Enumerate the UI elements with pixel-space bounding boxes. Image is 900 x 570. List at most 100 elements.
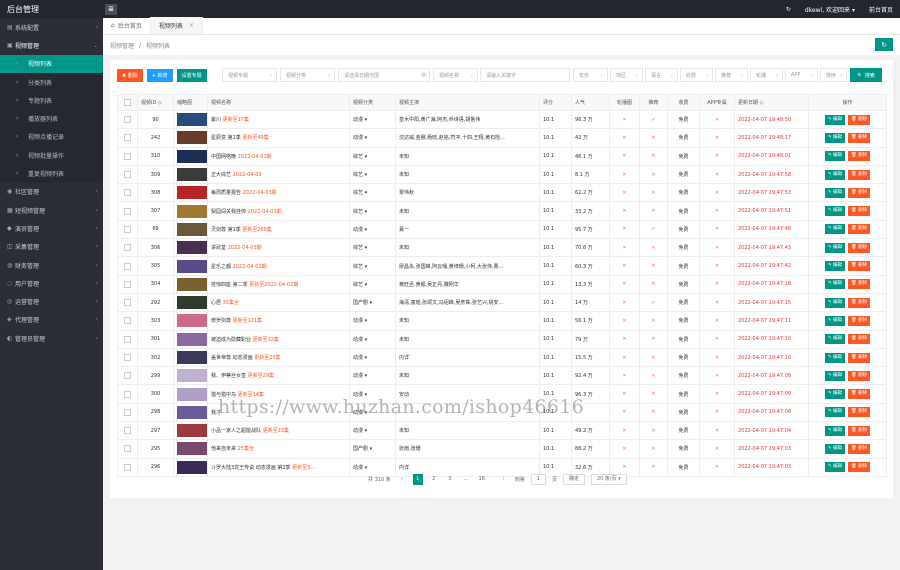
sidebar-subitem[interactable]: › 分类列表 [0, 72, 103, 92]
row-checkbox[interactable] [124, 427, 131, 435]
row-checkbox[interactable] [124, 354, 131, 361]
category-select[interactable]: 综艺 ▾ [349, 201, 396, 221]
category-select[interactable]: 动漫 ▾ [349, 329, 396, 349]
sidebar-item[interactable]: ◌ 用户管理 ‹ [0, 274, 103, 292]
filter-field[interactable]: 排序 ⌄ [820, 68, 847, 82]
carousel-toggle-icon[interactable]: ✕ [622, 428, 626, 434]
app-exclusive-icon[interactable]: ✕ [715, 318, 719, 324]
category-select[interactable]: 综艺 ▾ [349, 256, 396, 276]
category-select[interactable]: 动漫 ▾ [349, 366, 396, 386]
recommend-cross-icon[interactable]: ✕ [651, 391, 655, 397]
carousel-toggle-icon[interactable]: ✕ [622, 391, 626, 397]
goto-confirm-button[interactable]: 确定 [562, 473, 585, 485]
batch-delete-button[interactable]: ✖ 删除 [117, 68, 143, 82]
delete-button[interactable]: 🗑 删除 [848, 352, 871, 363]
category-select[interactable]: 动漫 ▾ [349, 128, 396, 148]
carousel-toggle-icon[interactable]: ✕ [622, 281, 626, 287]
edit-button[interactable]: ✎ 编辑 [824, 224, 846, 235]
delete-button[interactable]: 🗑 删除 [848, 169, 871, 180]
row-checkbox[interactable] [124, 262, 131, 270]
delete-button[interactable]: 🗑 删除 [848, 187, 871, 198]
edit-button[interactable]: ✎ 编辑 [824, 334, 846, 345]
menu-toggle-icon[interactable]: ≣ [105, 3, 117, 15]
delete-button[interactable]: 🗑 删除 [848, 151, 871, 162]
sidebar-subitem[interactable]: › 专题列表 [0, 91, 103, 110]
app-exclusive-icon[interactable]: ✕ [715, 245, 719, 251]
edit-button[interactable]: ✎ 编辑 [824, 187, 846, 198]
sidebar-subitem[interactable]: › 播放器列表 [0, 109, 103, 128]
category-select[interactable]: 动漫 ▾ [349, 347, 396, 368]
edit-button[interactable]: ✎ 编辑 [824, 114, 846, 125]
carousel-toggle-icon[interactable]: ✕ [622, 464, 626, 470]
row-checkbox[interactable] [124, 225, 131, 233]
delete-button[interactable]: 🗑 删除 [848, 315, 871, 326]
carousel-toggle-icon[interactable]: ✕ [622, 373, 626, 379]
carousel-toggle-icon[interactable]: ✕ [622, 135, 626, 141]
select-all-checkbox[interactable] [124, 99, 131, 106]
recommend-cross-icon[interactable]: ✕ [651, 446, 655, 452]
recommend-cross-icon[interactable]: ✕ [651, 153, 655, 159]
carousel-toggle-icon[interactable]: ✕ [622, 245, 626, 251]
frontend-home-link[interactable]: 前台首页 [862, 5, 900, 14]
filter-field[interactable]: 请选择日期范围 ▦ [338, 68, 430, 82]
row-checkbox[interactable] [124, 390, 131, 398]
delete-button[interactable]: 🗑 删除 [848, 132, 871, 143]
next-page-button[interactable]: › [499, 474, 509, 485]
filter-field[interactable]: 视频名称 ⌄ [433, 68, 478, 82]
filter-field[interactable]: 视频专题 ⌄ [222, 68, 277, 82]
app-exclusive-icon[interactable]: ✕ [715, 208, 719, 214]
edit-button[interactable]: ✎ 编辑 [824, 425, 846, 436]
row-checkbox[interactable] [124, 408, 131, 416]
user-menu[interactable]: dkewl, 欢迎回来 ▾ [798, 5, 862, 14]
app-exclusive-icon[interactable]: ✕ [715, 135, 719, 141]
edit-button[interactable]: ✎ 编辑 [824, 462, 846, 473]
page-refresh-button[interactable]: ↻ [875, 38, 893, 51]
delete-button[interactable]: 🗑 删除 [848, 389, 871, 400]
column-header[interactable]: 更新日期 ◇ [734, 94, 809, 111]
delete-button[interactable]: 🗑 删除 [848, 206, 871, 217]
row-checkbox[interactable] [124, 189, 131, 197]
delete-button[interactable]: 🗑 删除 [848, 370, 871, 381]
delete-button[interactable]: 🗑 删除 [848, 407, 871, 418]
edit-button[interactable]: ✎ 编辑 [824, 261, 846, 272]
recommend-cross-icon[interactable]: ✕ [651, 355, 655, 361]
filter-field[interactable]: 请输入关键字 [480, 68, 570, 82]
delete-button[interactable]: 🗑 删除 [848, 443, 871, 454]
delete-button[interactable]: 🗑 删除 [848, 224, 871, 235]
row-checkbox[interactable] [124, 134, 131, 142]
carousel-toggle-icon[interactable]: ✕ [622, 226, 626, 232]
app-exclusive-icon[interactable]: ✕ [715, 153, 719, 159]
carousel-toggle-icon[interactable]: ✕ [622, 117, 626, 123]
row-checkbox[interactable] [124, 244, 131, 252]
recommend-cross-icon[interactable]: ✕ [651, 318, 655, 324]
recommend-check-icon[interactable]: ✓ [651, 300, 655, 306]
column-header[interactable]: 视频ID ◇ [137, 94, 174, 111]
filter-field[interactable]: 视频分类 ⌄ [280, 68, 335, 82]
edit-button[interactable]: ✎ 编辑 [824, 132, 846, 143]
page-size-select[interactable]: 20 条/页 ▾ [590, 473, 627, 485]
category-select[interactable]: 动漫 ▾ [349, 219, 396, 240]
filter-field[interactable]: APP ⌄ [785, 68, 818, 82]
edit-button[interactable]: ✎ 编辑 [824, 242, 846, 253]
recommend-cross-icon[interactable]: ✕ [651, 281, 655, 287]
app-exclusive-icon[interactable]: ✕ [715, 190, 719, 196]
category-select[interactable]: 国产剧 ▾ [349, 439, 396, 459]
breadcrumb-parent[interactable]: 视频管理 [110, 41, 134, 50]
app-exclusive-icon[interactable]: ✕ [715, 409, 719, 415]
edit-button[interactable]: ✎ 编辑 [824, 169, 846, 180]
category-select[interactable]: 动漫 ▾ [349, 311, 396, 331]
row-checkbox[interactable] [124, 152, 131, 160]
sidebar-item[interactable]: ▤ 系统配置 ‹ [0, 18, 103, 36]
sidebar-item[interactable]: ◍ 财务管理 ‹ [0, 256, 103, 274]
category-select[interactable]: 国产剧 ▾ [349, 292, 396, 313]
edit-button[interactable]: ✎ 编辑 [824, 279, 846, 290]
page-number-button[interactable]: 16 [477, 474, 487, 485]
add-button[interactable]: + 新增 [146, 68, 173, 82]
recommend-cross-icon[interactable]: ✕ [651, 428, 655, 434]
delete-button[interactable]: 🗑 删除 [848, 114, 871, 125]
delete-button[interactable]: 🗑 删除 [848, 242, 871, 253]
sidebar-item[interactable]: ▣ 视频管理 ⌄ [0, 36, 103, 55]
app-exclusive-icon[interactable]: ✕ [715, 226, 719, 232]
tab-video-list[interactable]: 视频列表 × [150, 17, 203, 34]
recommend-cross-icon[interactable]: ✕ [651, 263, 655, 269]
